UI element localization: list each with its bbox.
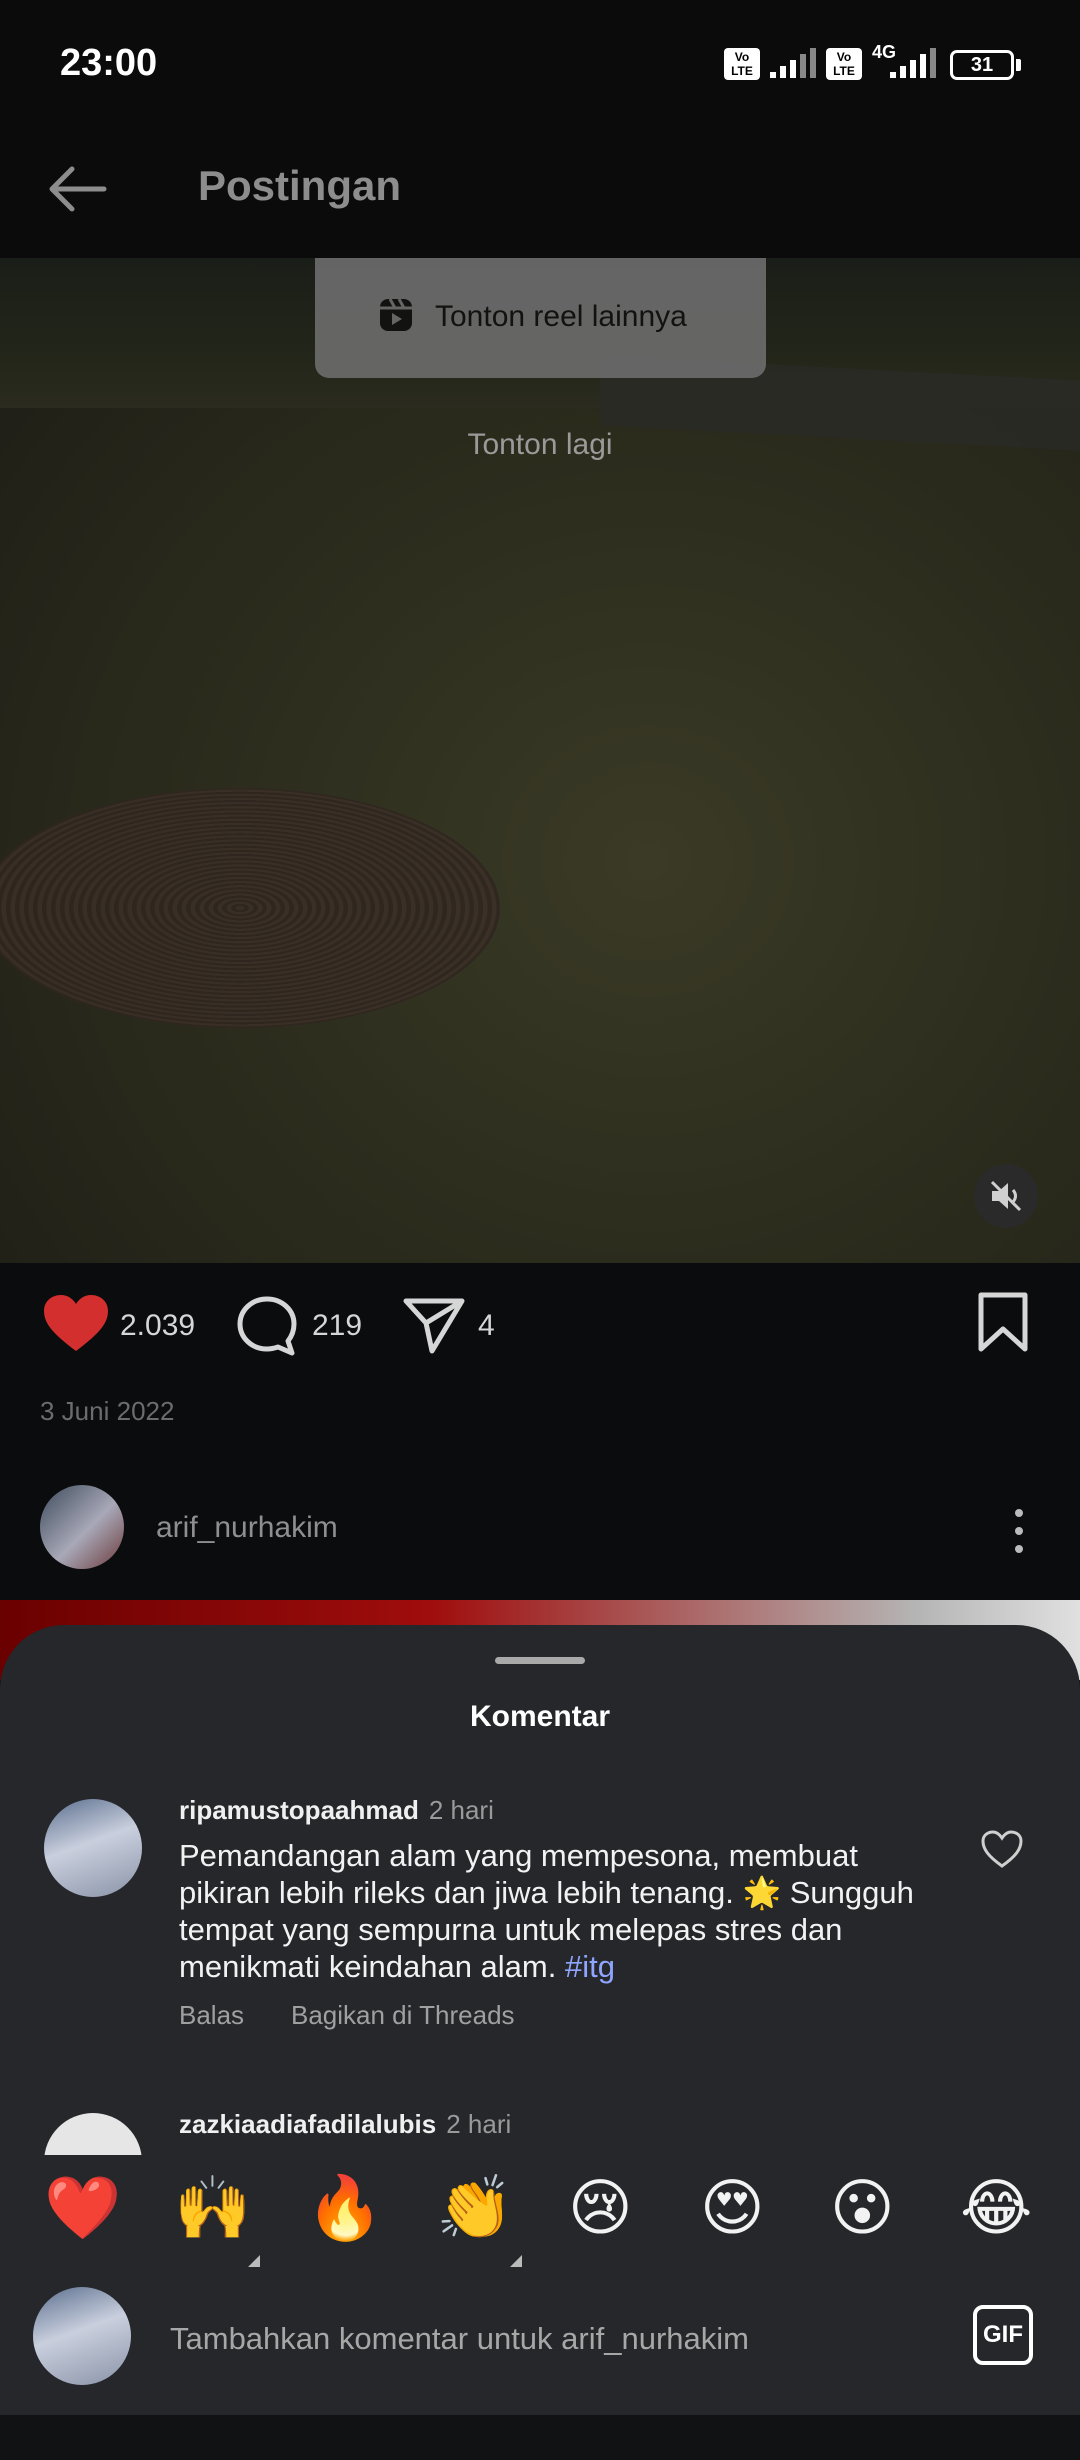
comment-input-row: GIF [0, 2275, 1080, 2415]
share-threads-button[interactable]: Bagikan di Threads [291, 2000, 515, 2031]
comment-text: Pemandangan alam yang mempesona, membuat… [179, 1837, 939, 1985]
skin-tone-indicator-2 [510, 2255, 522, 2267]
comment-time: 2 hari [428, 1795, 494, 1825]
emoji-laughing[interactable]: 😂 [960, 2173, 1032, 2243]
status-bar: 23:00 Vo LTE Vo LTE 4G 31 [0, 0, 1080, 130]
more-options-icon[interactable] [1004, 1507, 1034, 1557]
author-row[interactable]: arif_nurhakim [0, 1455, 1080, 1605]
heart-filled-icon[interactable] [42, 1293, 110, 1355]
watch-more-reels-button[interactable]: Tonton reel lainnya [315, 258, 766, 378]
commenter-avatar[interactable] [44, 1799, 142, 1897]
battery-level: 31 [970, 54, 994, 76]
reels-icon [380, 298, 412, 331]
comment-username[interactable]: ripamustopaahmad 2 hari [179, 1795, 494, 1826]
likes-count[interactable]: 2.039 [120, 1309, 195, 1343]
video-frame-mat [0, 788, 500, 1028]
speaker-muted-icon [990, 1180, 1022, 1212]
comment-input[interactable] [170, 2309, 930, 2369]
comment-username-text[interactable]: ripamustopaahmad [179, 1795, 419, 1825]
like-comment-icon[interactable] [980, 1829, 1024, 1869]
emoji-fire[interactable]: 🔥 [306, 2173, 383, 2243]
emoji-crying[interactable]: 😢 [568, 2173, 633, 2243]
author-avatar[interactable] [40, 1485, 124, 1569]
volte-icon-2: Vo LTE [826, 48, 862, 80]
comments-count[interactable]: 219 [312, 1309, 362, 1343]
mute-button[interactable] [974, 1164, 1038, 1228]
system-nav-bar [0, 2415, 1080, 2460]
reel-video[interactable]: Tonton reel lainnya Tonton lagi [0, 258, 1080, 1263]
sheet-drag-handle[interactable] [495, 1657, 585, 1664]
hashtag-link[interactable]: #itg [565, 1949, 615, 1984]
author-username[interactable]: arif_nurhakim [156, 1511, 338, 1545]
replay-button[interactable]: Tonton lagi [0, 428, 1080, 462]
emoji-quick-bar: ❤️ 🙌 🔥 👏 😢 😍 😮 😂 [0, 2155, 1080, 2275]
post-date: 3 Juni 2022 [40, 1396, 175, 1426]
app-bar: Postingan [0, 130, 1080, 258]
status-time: 23:00 [60, 42, 158, 84]
signal-icon-2 [890, 48, 936, 78]
page-title: Postingan [198, 162, 402, 209]
comment-icon[interactable] [236, 1295, 298, 1357]
current-user-avatar [33, 2287, 131, 2385]
shares-count[interactable]: 4 [478, 1309, 495, 1343]
battery-tip [1016, 59, 1021, 71]
back-arrow-icon[interactable] [44, 156, 110, 222]
share-icon[interactable] [402, 1293, 466, 1357]
emoji-clapping[interactable]: 👏 [436, 2173, 513, 2243]
emoji-heart[interactable]: ❤️ [44, 2173, 121, 2243]
reply-button[interactable]: Balas [179, 2000, 244, 2031]
skin-tone-indicator [248, 2255, 260, 2267]
bookmark-icon[interactable] [976, 1291, 1030, 1353]
emoji-surprised[interactable]: 😮 [830, 2173, 895, 2243]
battery-icon: 31 [950, 50, 1014, 80]
gif-button[interactable]: GIF [973, 2305, 1033, 2365]
comment-username-text-2[interactable]: zazkiaadiafadilalubis [179, 2109, 436, 2139]
comment-username-2[interactable]: zazkiaadiafadilalubis 2 hari [179, 2109, 511, 2140]
comment-body: Pemandangan alam yang mempesona, membuat… [179, 1838, 914, 1984]
volte-icon: Vo LTE [724, 48, 760, 80]
comment-time-2: 2 hari [446, 2109, 512, 2139]
signal-icon [770, 48, 816, 78]
sheet-title: Komentar [469, 1700, 611, 1733]
watch-more-reels-label: Tonton reel lainnya [435, 300, 687, 333]
emoji-raised-hands[interactable]: 🙌 [174, 2173, 251, 2243]
emoji-heart-eyes[interactable]: 😍 [700, 2173, 765, 2243]
